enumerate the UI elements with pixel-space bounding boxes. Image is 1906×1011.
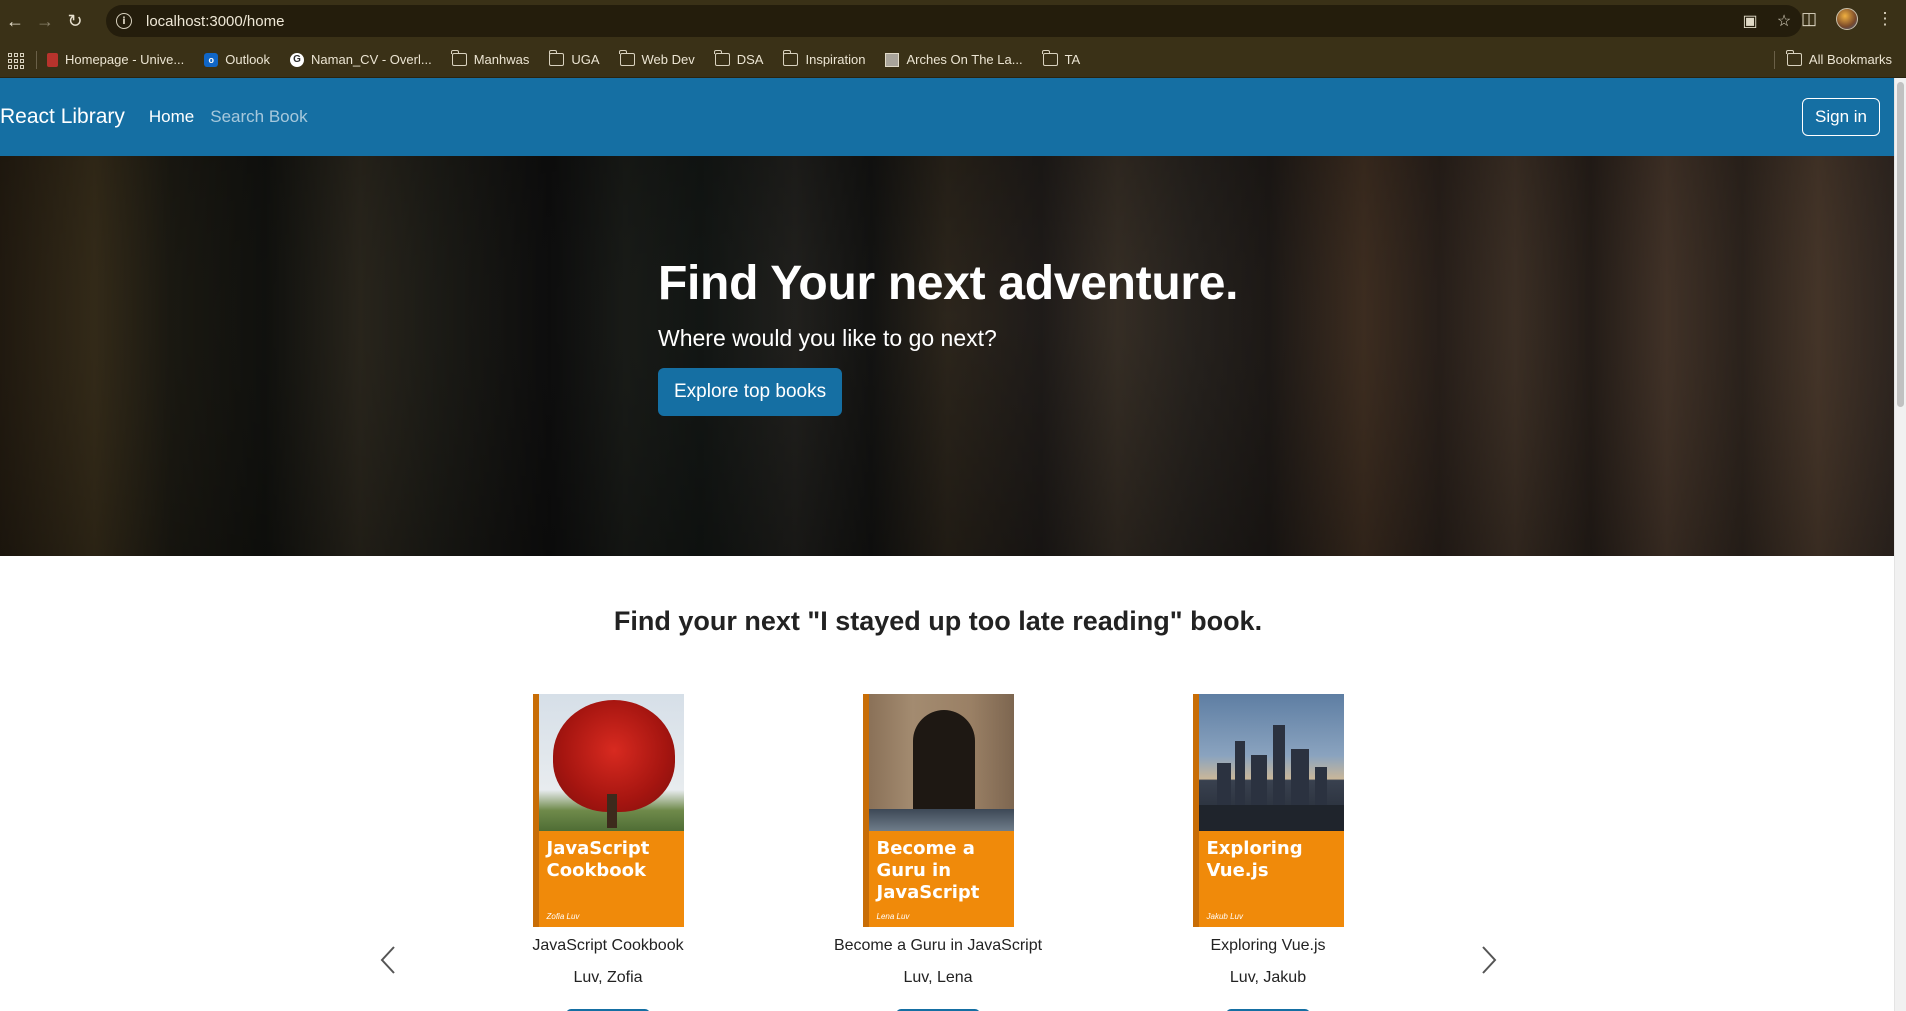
folder-icon — [1786, 50, 1802, 66]
book-author: Luv, Zofia — [573, 969, 643, 986]
bookmarks-bar: Homepage - Unive... o Outlook G Naman_CV… — [0, 42, 1906, 78]
folder-icon — [619, 50, 635, 66]
cover-author: Lena Luv — [876, 912, 910, 921]
bookmark-label: Arches On The La... — [906, 52, 1023, 67]
bookmark-star-icon[interactable]: ☆ — [1772, 9, 1796, 33]
reload-icon[interactable]: ↻ — [60, 6, 90, 36]
bookmark-folder-dsa[interactable]: DSA — [714, 50, 764, 67]
bookmark-arches[interactable]: Arches On The La... — [885, 52, 1023, 67]
bookmark-label: Naman_CV - Overl... — [311, 52, 432, 67]
bookmark-label: Manhwas — [473, 52, 530, 67]
browser-toolbar: ← → ↻ i localhost:3000/home ▣ ☆ ◫ ⋮ — [0, 0, 1906, 42]
carousel-prev-arrow-icon[interactable] — [373, 940, 403, 980]
profile-avatar[interactable] — [1836, 8, 1858, 30]
book-cover-image[interactable]: JavaScript Cookbook Zofia Luv — [532, 694, 684, 927]
book-carousel: JavaScript Cookbook Zofia Luv JavaScript… — [0, 694, 1894, 1011]
bookmark-folder-web-dev[interactable]: Web Dev — [619, 50, 695, 67]
hero-subtitle: Where would you like to go next? — [658, 325, 997, 351]
bookmark-folder-ta[interactable]: TA — [1042, 50, 1081, 67]
back-icon[interactable]: ← — [0, 6, 30, 36]
outlook-icon: o — [204, 52, 219, 67]
cover-title: Become a Guru in JavaScript — [876, 838, 980, 903]
hero-content: Find Your next adventure. Where would yo… — [658, 256, 1238, 416]
folder-icon — [782, 50, 799, 66]
cover-author: Zofia Luv — [546, 912, 580, 921]
extensions-icon[interactable]: ◫ — [1796, 6, 1822, 32]
red-favicon-icon — [47, 52, 58, 67]
book-card[interactable]: JavaScript Cookbook Zofia Luv JavaScript… — [478, 694, 738, 1011]
bookmark-label: UGA — [571, 52, 600, 67]
bookmarks-divider — [36, 50, 37, 69]
menu-kebab-icon[interactable]: ⋮ — [1872, 6, 1898, 32]
bookmark-folder-uga[interactable]: UGA — [548, 50, 600, 67]
cover-title: JavaScript Cookbook — [546, 838, 650, 881]
book-author: Luv, Lena — [903, 969, 973, 986]
book-author: Luv, Jakub — [1229, 969, 1307, 986]
bookmark-label: DSA — [736, 52, 764, 67]
folder-icon — [548, 50, 565, 66]
site-info-icon[interactable]: i — [116, 13, 132, 29]
cover-title: Exploring Vue.js — [1206, 838, 1303, 881]
bookmark-outlook[interactable]: o Outlook — [204, 52, 270, 67]
book-title: Exploring Vue.js — [1210, 937, 1326, 954]
explore-top-books-button[interactable]: Explore top books — [658, 368, 843, 416]
city-skyline-photo — [1198, 694, 1344, 831]
tree-photo — [538, 694, 684, 831]
apps-grid-icon[interactable] — [4, 49, 26, 71]
bookmark-folder-manhwas[interactable]: Manhwas — [451, 50, 530, 67]
book-card[interactable]: Exploring Vue.js Jakub Luv Exploring Vue… — [1138, 694, 1398, 1011]
book-card[interactable]: Become a Guru in JavaScript Lena Luv Bec… — [808, 694, 1068, 1011]
bookmark-label: Inspiration — [805, 52, 866, 67]
address-bar[interactable]: i localhost:3000/home ▣ ☆ — [106, 5, 1802, 37]
book-cover-image[interactable]: Become a Guru in JavaScript Lena Luv — [862, 694, 1014, 927]
nav-link-home[interactable]: Home — [149, 107, 194, 127]
site-navbar: React Library Home Search Book Sign in — [0, 78, 1894, 156]
book-title: Become a Guru in JavaScript — [833, 937, 1043, 954]
book-cover-image[interactable]: Exploring Vue.js Jakub Luv — [1192, 694, 1344, 927]
carousel-heading: Find your next "I stayed up too late rea… — [613, 606, 1263, 636]
url-text[interactable]: localhost:3000/home — [146, 13, 284, 30]
book-title: JavaScript Cookbook — [532, 937, 684, 954]
bookmark-label: TA — [1064, 52, 1081, 67]
bookmark-folder-inspiration[interactable]: Inspiration — [782, 50, 866, 67]
hero-title: Find Your next adventure. — [658, 257, 1239, 310]
install-app-icon[interactable]: ▣ — [1738, 9, 1762, 33]
archway-photo — [868, 694, 1014, 831]
brand-logo[interactable]: React Library — [0, 105, 125, 129]
folder-icon — [451, 50, 467, 66]
bookmarks-divider — [1773, 50, 1775, 69]
scrollbar-thumb[interactable] — [1897, 82, 1904, 407]
forward-icon[interactable]: → — [30, 6, 60, 36]
all-bookmarks-label: All Bookmarks — [1808, 52, 1892, 67]
page-viewport: React Library Home Search Book Sign in F… — [0, 78, 1906, 1011]
image-favicon-icon — [885, 52, 900, 67]
folder-icon — [714, 50, 730, 66]
all-bookmarks[interactable]: All Bookmarks — [1764, 50, 1892, 69]
cover-author: Jakub Luv — [1206, 912, 1243, 921]
bookmark-homepage[interactable]: Homepage - Unive... — [47, 52, 184, 67]
folder-icon — [1042, 50, 1058, 66]
nav-link-search-book[interactable]: Search Book — [210, 107, 307, 127]
bookmark-naman-cv[interactable]: G Naman_CV - Overl... — [290, 52, 432, 67]
page-scrollbar[interactable] — [1894, 78, 1906, 1011]
hero-banner: Find Your next adventure. Where would yo… — [0, 156, 1894, 556]
bookmark-label: Homepage - Unive... — [65, 52, 185, 67]
bookmark-label: Web Dev — [641, 52, 695, 67]
overleaf-icon: G — [290, 52, 305, 67]
sign-in-button[interactable]: Sign in — [1802, 98, 1880, 136]
carousel-next-arrow-icon[interactable] — [1474, 940, 1504, 980]
bookmark-label: Outlook — [225, 52, 271, 67]
